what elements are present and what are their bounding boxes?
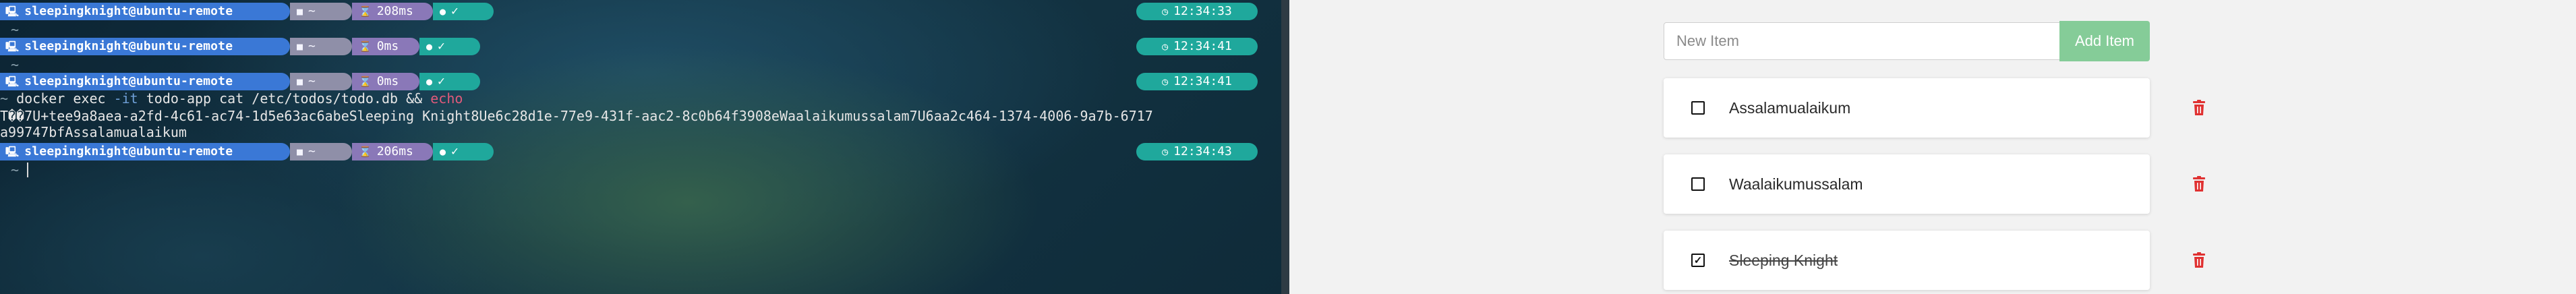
add-item-button[interactable]: Add Item xyxy=(2059,21,2150,61)
prompt-tilde: ~ xyxy=(11,57,20,73)
hourglass-icon: ⌛ xyxy=(359,146,372,158)
prompt-status-segment: ● ✓ xyxy=(419,73,480,90)
folder-icon: ■ xyxy=(297,40,303,53)
prompt-dir-segment: ■ ~ xyxy=(290,143,352,160)
prompt-status-segment: ● ✓ xyxy=(433,3,494,20)
todo-checkbox-checked[interactable]: ✓ xyxy=(1691,254,1705,267)
monitor-icon: 🖳 xyxy=(5,40,20,53)
command-output-line: T��7U+tee9a8aea-a2fd-4c61-ac74-1d5e63ac6… xyxy=(0,108,1153,124)
clock-icon: ◷ xyxy=(1162,76,1169,88)
todo-item: Assalamualaikum xyxy=(1664,78,2205,138)
todo-item: Waalaikumussalam xyxy=(1664,154,2205,214)
hourglass-icon: ⌛ xyxy=(359,40,372,53)
todo-checkbox[interactable] xyxy=(1691,177,1705,191)
command-line: ~ docker exec -it todo-app cat /etc/todo… xyxy=(0,90,463,107)
prompt-clock-segment: ◷ 12:34:33 xyxy=(1136,3,1258,20)
folder-icon: ■ xyxy=(297,5,303,18)
prompt-duration-segment: ⌛ 206ms xyxy=(352,143,433,160)
prompt-user-segment: 🖳 sleepingknight@ubuntu-remote xyxy=(0,73,290,90)
todo-label: Assalamualaikum xyxy=(1729,99,1851,117)
folder-icon: ■ xyxy=(297,146,303,158)
clock-icon: ◷ xyxy=(1162,5,1169,18)
prompt-status-segment: ● ✓ xyxy=(433,143,494,160)
prompt-duration-segment: ⌛ 208ms xyxy=(352,3,433,20)
prompt-dir-segment: ■ ~ xyxy=(290,73,352,90)
todo-label: Sleeping Knight xyxy=(1729,252,1838,269)
prompt-line: 🖳 sleepingknight@ubuntu-remote ■ ~ ⌛ 208ms … xyxy=(0,3,1289,20)
text-cursor[interactable] xyxy=(27,163,28,177)
prompt-clock-segment: ◷ 12:34:41 xyxy=(1136,73,1258,90)
window-divider[interactable] xyxy=(1281,0,1289,294)
hourglass-icon: ⌛ xyxy=(359,5,372,18)
clock-icon: ◷ xyxy=(1162,146,1169,158)
status-dot-icon: ● xyxy=(440,5,446,18)
command-output-line: a99747bfAssalamualaikum xyxy=(0,124,187,140)
status-dot-icon: ● xyxy=(440,146,446,158)
new-item-input[interactable] xyxy=(1664,22,2060,60)
todo-label: Waalaikumussalam xyxy=(1729,175,1863,193)
monitor-icon: 🖳 xyxy=(5,76,20,88)
prompt-dir-segment: ■ ~ xyxy=(290,38,352,55)
prompt-duration-segment: ⌛ 0ms xyxy=(352,73,419,90)
todo-app: Add Item Assalamualaikum Waalaikumussala… xyxy=(1289,0,2576,294)
trash-icon[interactable] xyxy=(2192,252,2206,268)
prompt-line: 🖳 sleepingknight@ubuntu-remote ■ ~ ⌛ 206ms … xyxy=(0,143,1289,160)
clock-icon: ◷ xyxy=(1162,40,1169,53)
todo-checkbox[interactable] xyxy=(1691,101,1705,115)
prompt-tilde: ~ xyxy=(11,162,20,178)
terminal-window[interactable]: 🖳 sleepingknight@ubuntu-remote ■ ~ ⌛ 208ms … xyxy=(0,0,1289,294)
monitor-icon: 🖳 xyxy=(5,5,20,18)
prompt-line: 🖳 sleepingknight@ubuntu-remote ■ ~ ⌛ 0ms ● ✓… xyxy=(0,38,1289,55)
prompt-line: 🖳 sleepingknight@ubuntu-remote ■ ~ ⌛ 0ms ● ✓… xyxy=(0,73,1289,90)
hourglass-icon: ⌛ xyxy=(359,76,372,88)
prompt-duration-segment: ⌛ 0ms xyxy=(352,38,419,55)
prompt-status-segment: ● ✓ xyxy=(419,38,480,55)
trash-icon[interactable] xyxy=(2192,176,2206,192)
prompt-clock-segment: ◷ 12:34:41 xyxy=(1136,38,1258,55)
prompt-clock-segment: ◷ 12:34:43 xyxy=(1136,143,1258,160)
prompt-user-segment: 🖳 sleepingknight@ubuntu-remote xyxy=(0,3,290,20)
monitor-icon: 🖳 xyxy=(5,146,20,158)
folder-icon: ■ xyxy=(297,76,303,88)
status-dot-icon: ● xyxy=(426,76,433,88)
prompt-user-segment: 🖳 sleepingknight@ubuntu-remote xyxy=(0,143,290,160)
prompt-tilde: ~ xyxy=(11,22,20,38)
status-dot-icon: ● xyxy=(426,40,433,53)
todo-item: ✓ Sleeping Knight xyxy=(1664,231,2205,290)
trash-icon[interactable] xyxy=(2192,100,2206,116)
prompt-dir-segment: ■ ~ xyxy=(290,3,352,20)
prompt-user-segment: 🖳 sleepingknight@ubuntu-remote xyxy=(0,38,290,55)
